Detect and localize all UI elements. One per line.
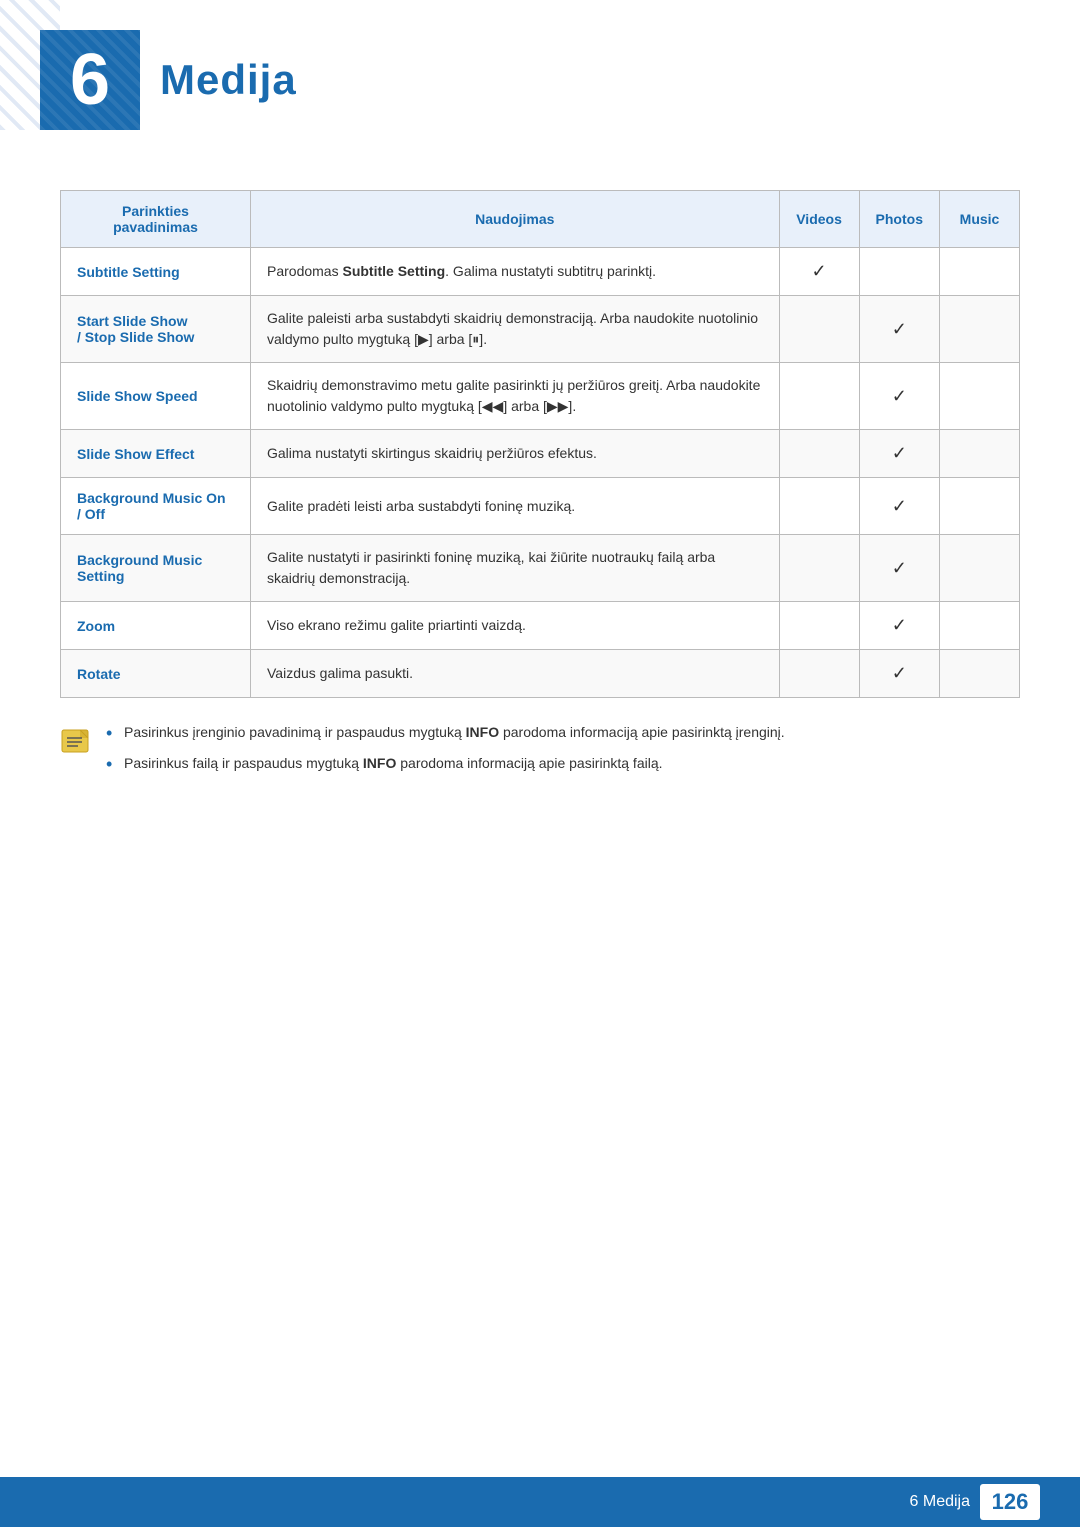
checkmark-icon: ✓ <box>892 386 907 406</box>
row-description: Galite pradėti leisti arba sustabdyti fo… <box>251 478 780 535</box>
checkmark-icon: ✓ <box>892 663 907 683</box>
table-row: ZoomViso ekrano režimu galite priartinti… <box>61 602 1020 650</box>
table-body: Subtitle SettingParodomas Subtitle Setti… <box>61 248 1020 698</box>
check-videos: ✓ <box>779 248 859 296</box>
note-item: Pasirinkus įrenginio pavadinimą ir paspa… <box>106 722 785 743</box>
col-header-music: Music <box>940 191 1020 248</box>
check-photos: ✓ <box>859 363 939 430</box>
checkmark-icon: ✓ <box>892 443 907 463</box>
note-icon <box>60 724 96 760</box>
checkmark-icon: ✓ <box>892 496 907 516</box>
col-header-naudojimas: Naudojimas <box>251 191 780 248</box>
row-label: Start Slide Show/ Stop Slide Show <box>61 296 251 363</box>
page-footer: 6 Medija 126 <box>0 1477 1080 1527</box>
note-item: Pasirinkus failą ir paspaudus mygtuką IN… <box>106 753 785 774</box>
footer-text: 6 Medija 126 <box>910 1484 1040 1520</box>
row-label: Slide Show Speed <box>61 363 251 430</box>
table-header-row: Parinkties pavadinimas Naudojimas Videos… <box>61 191 1020 248</box>
row-label: Subtitle Setting <box>61 248 251 296</box>
table-row: Background Music On/ OffGalite pradėti l… <box>61 478 1020 535</box>
row-label: Background Music Setting <box>61 535 251 602</box>
check-photos <box>859 248 939 296</box>
chapter-number: 6 <box>70 39 110 121</box>
check-videos <box>779 650 859 698</box>
row-description: Galite paleisti arba sustabdyti skaidrių… <box>251 296 780 363</box>
checkmark-icon: ✓ <box>892 558 907 578</box>
table-row: Slide Show EffectGalima nustatyti skirti… <box>61 430 1020 478</box>
col-header-photos: Photos <box>859 191 939 248</box>
page-header: 6 Medija <box>0 0 1080 150</box>
checkmark-icon: ✓ <box>812 261 827 281</box>
check-music <box>940 363 1020 430</box>
checkmark-icon: ✓ <box>892 319 907 339</box>
footer-page-number: 126 <box>980 1484 1040 1520</box>
features-table: Parinkties pavadinimas Naudojimas Videos… <box>60 190 1020 698</box>
page-title: Medija <box>160 56 297 104</box>
row-label: Zoom <box>61 602 251 650</box>
row-label: Background Music On/ Off <box>61 478 251 535</box>
table-row: RotateVaizdus galima pasukti. ✓ <box>61 650 1020 698</box>
check-photos: ✓ <box>859 478 939 535</box>
check-videos <box>779 296 859 363</box>
check-videos <box>779 478 859 535</box>
row-description: Galima nustatyti skirtingus skaidrių per… <box>251 430 780 478</box>
row-description: Vaizdus galima pasukti. <box>251 650 780 698</box>
table-row: Slide Show SpeedSkaidrių demonstravimo m… <box>61 363 1020 430</box>
table-row: Start Slide Show/ Stop Slide ShowGalite … <box>61 296 1020 363</box>
check-music <box>940 602 1020 650</box>
check-photos: ✓ <box>859 602 939 650</box>
check-photos: ✓ <box>859 650 939 698</box>
check-photos: ✓ <box>859 430 939 478</box>
table-row: Background Music SettingGalite nustatyti… <box>61 535 1020 602</box>
row-label: Slide Show Effect <box>61 430 251 478</box>
check-music <box>940 535 1020 602</box>
check-videos <box>779 535 859 602</box>
check-music <box>940 478 1020 535</box>
check-videos <box>779 602 859 650</box>
checkmark-icon: ✓ <box>892 615 907 635</box>
row-description: Parodomas Subtitle Setting. Galima nusta… <box>251 248 780 296</box>
table-row: Subtitle SettingParodomas Subtitle Setti… <box>61 248 1020 296</box>
row-label: Rotate <box>61 650 251 698</box>
row-description: Skaidrių demonstravimo metu galite pasir… <box>251 363 780 430</box>
check-photos: ✓ <box>859 535 939 602</box>
col-header-parinkties: Parinkties pavadinimas <box>61 191 251 248</box>
check-music <box>940 296 1020 363</box>
notes-section: Pasirinkus įrenginio pavadinimą ir paspa… <box>60 722 1020 784</box>
chapter-box: 6 <box>40 30 140 130</box>
main-content: Parinkties pavadinimas Naudojimas Videos… <box>0 150 1080 824</box>
check-music <box>940 248 1020 296</box>
check-music <box>940 650 1020 698</box>
col-header-videos: Videos <box>779 191 859 248</box>
check-videos <box>779 363 859 430</box>
row-description: Viso ekrano režimu galite priartinti vai… <box>251 602 780 650</box>
notes-list: Pasirinkus įrenginio pavadinimą ir paspa… <box>106 722 785 784</box>
check-photos: ✓ <box>859 296 939 363</box>
check-videos <box>779 430 859 478</box>
check-music <box>940 430 1020 478</box>
row-description: Galite nustatyti ir pasirinkti foninę mu… <box>251 535 780 602</box>
footer-chapter-label: 6 Medija <box>910 1493 970 1511</box>
